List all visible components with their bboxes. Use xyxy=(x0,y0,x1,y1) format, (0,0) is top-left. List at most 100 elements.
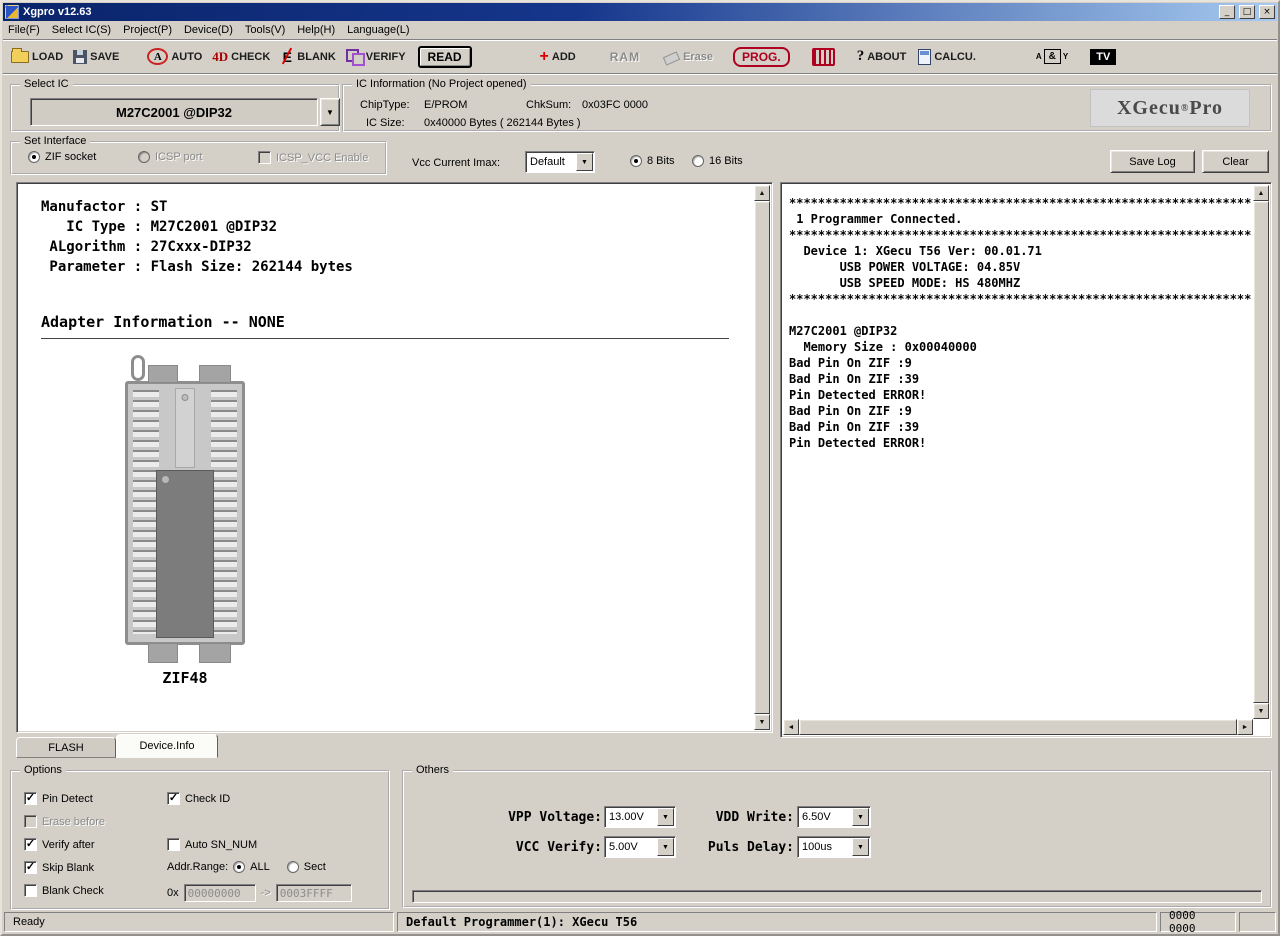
vcc-verify-value: 5.00V xyxy=(609,841,638,853)
close-button[interactable]: × xyxy=(1259,5,1275,19)
selected-ic-box[interactable]: M27C2001 @DIP32 xyxy=(30,98,318,126)
addr-range-all-radio[interactable] xyxy=(233,861,246,873)
bottom-tabs: FLASH Device.Info xyxy=(16,734,218,758)
socket-top-tab-right xyxy=(199,365,231,383)
menu-select-ic[interactable]: Select IC(S) xyxy=(50,22,117,38)
bits-16-label: 16 Bits xyxy=(709,155,743,167)
skip-blank-checkbox[interactable]: Skip Blank xyxy=(24,861,94,874)
socket-pins-right xyxy=(211,390,237,634)
about-button[interactable]: ? ABOUT xyxy=(855,43,909,71)
others-group: Others VPP Voltage: 13.00V ▼ VDD Write: … xyxy=(402,764,1272,908)
ic-test-button[interactable] xyxy=(810,43,837,71)
scroll-left-button[interactable]: ◄ xyxy=(783,719,799,735)
load-button[interactable]: LOAD xyxy=(9,43,65,71)
menu-device[interactable]: Device(D) xyxy=(182,22,239,38)
pin-detect-checkbox[interactable]: Pin Detect xyxy=(24,792,93,805)
check-id-checkbox[interactable]: Check ID xyxy=(167,792,230,805)
blank-button[interactable]: E BLANK xyxy=(278,43,338,71)
menu-help[interactable]: Help(H) xyxy=(295,22,341,38)
eraser-icon xyxy=(662,49,680,64)
scroll-up-button[interactable]: ▲ xyxy=(1253,185,1269,201)
scroll-down-button[interactable]: ▼ xyxy=(1253,703,1269,719)
logic-test-button[interactable]: A & Y xyxy=(1034,43,1070,71)
check-id-box[interactable] xyxy=(167,792,180,805)
check-button[interactable]: 4D CHECK xyxy=(210,43,272,71)
log-panel-vertical-scrollbar[interactable]: ▲ ▼ xyxy=(1253,185,1269,719)
save-log-button[interactable]: Save Log xyxy=(1110,150,1195,173)
ram-button: RAM xyxy=(608,43,642,71)
addr-from-input xyxy=(183,884,256,902)
bits-8-radio-circle[interactable] xyxy=(630,155,642,167)
calculator-button[interactable]: CALCU. xyxy=(916,43,978,71)
blank-label: BLANK xyxy=(297,50,336,63)
addr-to-input xyxy=(275,884,352,902)
clear-button[interactable]: Clear xyxy=(1202,150,1269,173)
vdd-write-select[interactable]: 6.50V ▼ xyxy=(797,806,871,828)
zif-socket-radio[interactable]: ZIF socket xyxy=(28,151,96,163)
maximize-button[interactable]: □ xyxy=(1239,5,1255,19)
vpp-voltage-select[interactable]: 13.00V ▼ xyxy=(604,806,676,828)
auto-sn-checkbox[interactable]: Auto SN_NUM xyxy=(167,838,257,851)
addr-range-sect-radio[interactable] xyxy=(286,861,299,873)
blank-check-label: Blank Check xyxy=(42,884,104,897)
icsp-port-radio: ICSP port xyxy=(138,151,203,163)
chksum-label: ChkSum: xyxy=(526,99,572,111)
verify-after-checkbox[interactable]: Verify after xyxy=(24,838,95,851)
menu-tools[interactable]: Tools(V) xyxy=(243,22,291,38)
vcc-dropdown-icon[interactable]: ▼ xyxy=(657,838,674,856)
pin-detect-box[interactable] xyxy=(24,792,37,805)
auto-button[interactable]: A AUTO xyxy=(145,43,204,71)
prog-button[interactable]: PROG. xyxy=(733,46,790,67)
chip-type-label: ChipType: xyxy=(360,99,410,111)
puls-delay-select[interactable]: 100us ▼ xyxy=(797,836,871,858)
logic-gate-icon: & xyxy=(1043,49,1061,64)
device-panel-vertical-scrollbar[interactable]: ▲ ▼ xyxy=(754,185,770,730)
puls-dropdown-icon[interactable]: ▼ xyxy=(852,838,869,856)
menu-project[interactable]: Project(P) xyxy=(121,22,178,38)
socket-caption: ZIF48 xyxy=(162,669,208,687)
log-panel-horizontal-scrollbar[interactable]: ◄ ► xyxy=(783,719,1253,735)
minimize-button[interactable]: _ xyxy=(1219,5,1235,19)
auto-sn-label: Auto SN_NUM xyxy=(185,838,258,851)
auto-sn-box[interactable] xyxy=(167,838,180,851)
menu-file[interactable]: File(F) xyxy=(6,22,46,38)
verify-button[interactable]: VERIFY xyxy=(344,43,408,71)
verify-after-box[interactable] xyxy=(24,838,37,851)
select-ic-dropdown-button[interactable]: ▼ xyxy=(320,98,340,126)
zif-socket-radio-circle[interactable] xyxy=(28,151,40,163)
vcc-imax-dropdown-icon[interactable]: ▼ xyxy=(576,153,593,171)
menu-language[interactable]: Language(L) xyxy=(345,22,415,38)
vpp-dropdown-icon[interactable]: ▼ xyxy=(657,808,674,826)
bits-16-radio-circle[interactable] xyxy=(692,155,704,167)
skip-blank-label: Skip Blank xyxy=(42,861,94,874)
scroll-up-button[interactable]: ▲ xyxy=(754,185,770,201)
scrollbar-thumb[interactable] xyxy=(754,201,770,714)
scroll-right-button[interactable]: ► xyxy=(1237,719,1253,735)
hex-prefix-label: 0x xyxy=(167,887,179,899)
tab-flash[interactable]: FLASH xyxy=(16,737,116,758)
read-button[interactable]: READ xyxy=(417,45,472,68)
status-ready: Ready xyxy=(4,912,394,932)
vdd-dropdown-icon[interactable]: ▼ xyxy=(852,808,869,826)
bits-16-radio[interactable]: 16 Bits xyxy=(692,155,743,167)
scroll-down-button[interactable]: ▼ xyxy=(754,714,770,730)
vcc-current-imax-label: Vcc Current Imax: xyxy=(412,157,501,169)
addr-range-row: Addr.Range: ALL Sect xyxy=(167,861,326,873)
socket-top-tab-left xyxy=(148,365,178,383)
vcc-verify-select[interactable]: 5.00V ▼ xyxy=(604,836,676,858)
skip-blank-box[interactable] xyxy=(24,861,37,874)
calcu-label: CALCU. xyxy=(934,50,976,63)
vcc-current-imax-select[interactable]: Default ▼ xyxy=(525,151,595,173)
blank-check-box[interactable] xyxy=(24,884,37,897)
add-button[interactable]: + ADD xyxy=(538,43,578,71)
tab-device-info[interactable]: Device.Info xyxy=(116,734,218,758)
scrollbar-thumb[interactable] xyxy=(799,719,1237,735)
addr-range-label: Addr.Range: xyxy=(167,861,229,873)
question-mark-icon: ? xyxy=(856,48,865,64)
tv-button[interactable]: TV xyxy=(1090,48,1117,65)
save-button[interactable]: SAVE xyxy=(71,43,121,71)
logic-input-label: A xyxy=(1035,52,1042,61)
bits-8-radio[interactable]: 8 Bits xyxy=(630,155,675,167)
blank-check-checkbox[interactable]: Blank Check xyxy=(24,884,104,897)
scrollbar-thumb[interactable] xyxy=(1253,201,1269,703)
